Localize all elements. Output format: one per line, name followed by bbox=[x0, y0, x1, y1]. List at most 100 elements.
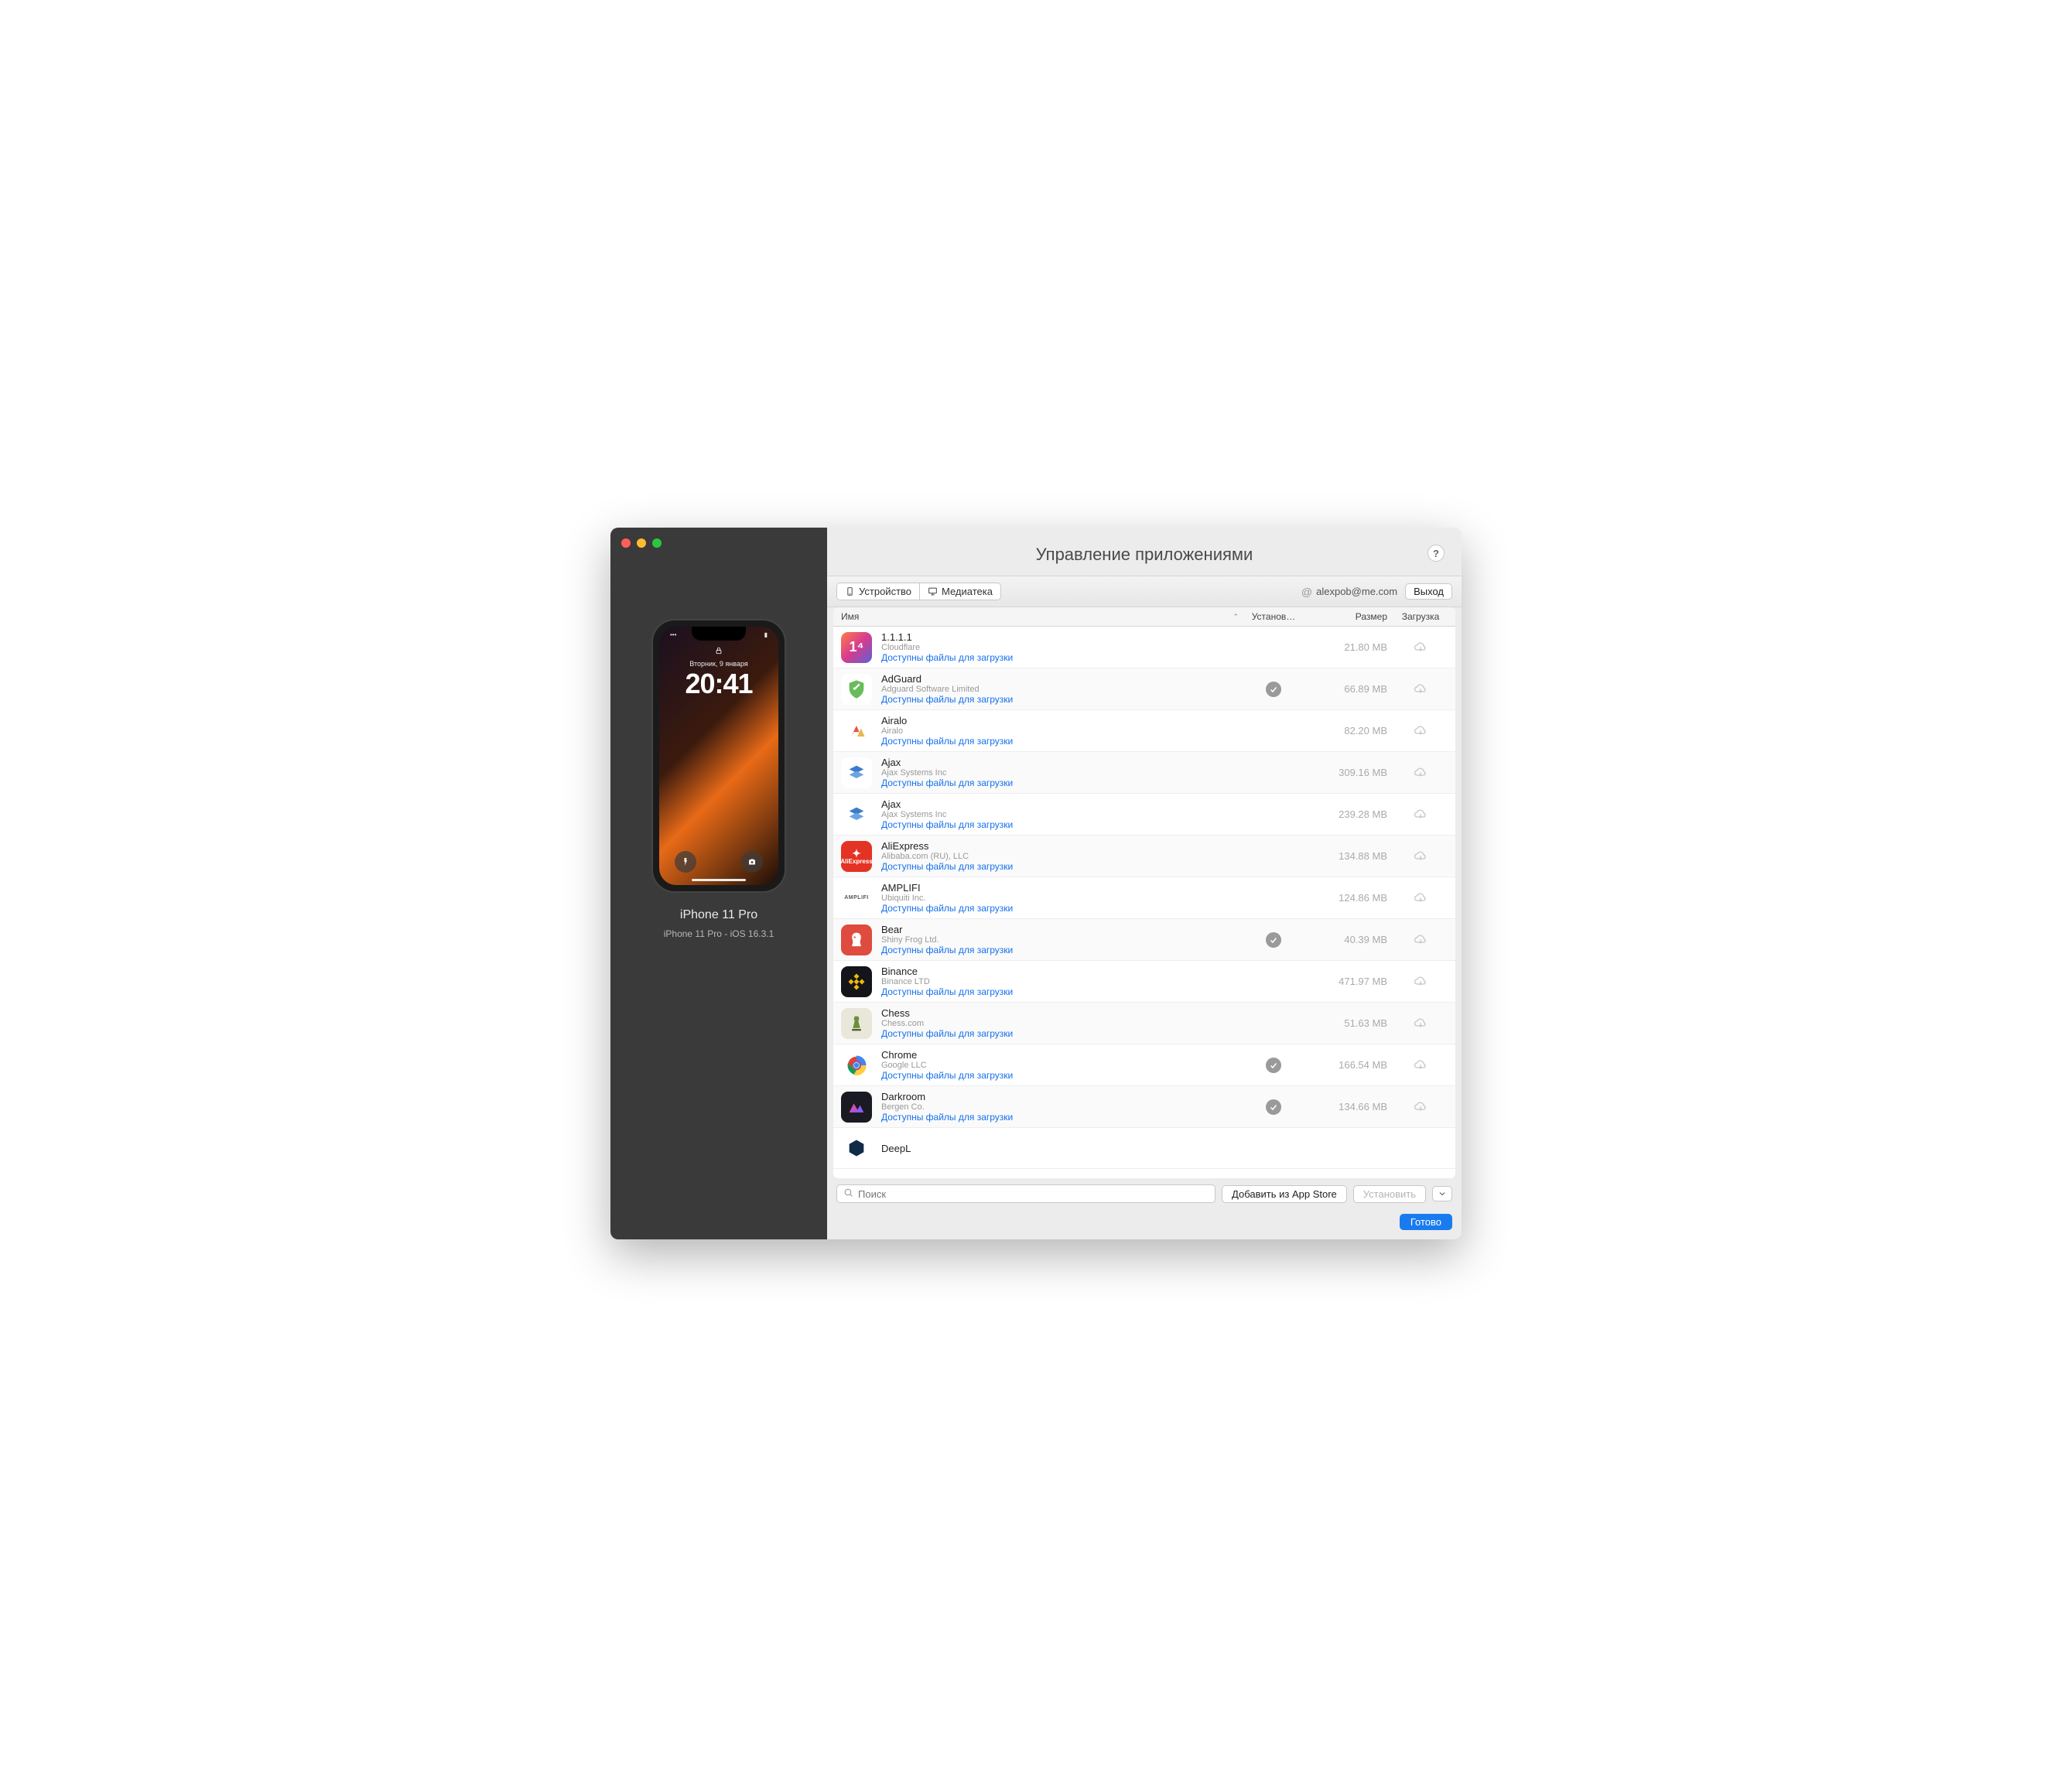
cloud-download-icon[interactable] bbox=[1412, 933, 1429, 947]
download-files-link[interactable]: Доступны файлы для загрузки bbox=[881, 903, 1239, 914]
tab-device[interactable]: Устройство bbox=[837, 583, 919, 600]
cloud-download-icon[interactable] bbox=[1412, 766, 1429, 780]
cloud-download-icon[interactable] bbox=[1412, 1058, 1429, 1072]
sort-ascending-icon: ⌃ bbox=[1233, 613, 1239, 621]
table-row[interactable]: ChessChess.comДоступны файлы для загрузк… bbox=[833, 1003, 1455, 1044]
cloud-download-icon[interactable] bbox=[1412, 808, 1429, 822]
cloud-download-icon[interactable] bbox=[1412, 724, 1429, 738]
table-row[interactable]: ✦AliExpressAliExpressAlibaba.com (RU), L… bbox=[833, 836, 1455, 877]
phone-icon bbox=[845, 586, 855, 596]
col-size-header[interactable]: Размер bbox=[1308, 611, 1393, 622]
source-segmented-control: Устройство Медиатека bbox=[836, 583, 1001, 600]
col-name-header[interactable]: Имя ⌃ bbox=[841, 611, 1239, 622]
table-row[interactable]: ChromeGoogle LLCДоступны файлы для загру… bbox=[833, 1044, 1455, 1086]
done-button[interactable]: Готово bbox=[1400, 1214, 1452, 1230]
app-developer: Adguard Software Limited bbox=[881, 685, 1239, 694]
installed-cell bbox=[1239, 1099, 1308, 1115]
home-indicator bbox=[692, 879, 746, 881]
installed-check-icon bbox=[1266, 682, 1281, 697]
cloud-download-icon[interactable] bbox=[1412, 1017, 1429, 1030]
close-button[interactable] bbox=[621, 538, 631, 548]
app-icon: ✦AliExpress bbox=[841, 841, 872, 872]
window-controls bbox=[621, 538, 662, 548]
app-icon bbox=[841, 1133, 872, 1164]
tab-device-label: Устройство bbox=[859, 586, 911, 597]
app-text: 1.1.1.1CloudflareДоступны файлы для загр… bbox=[881, 631, 1239, 663]
size-cell: 40.39 MB bbox=[1308, 934, 1393, 945]
cloud-download-icon[interactable] bbox=[1412, 849, 1429, 863]
download-files-link[interactable]: Доступны файлы для загрузки bbox=[881, 945, 1239, 955]
table-row[interactable]: AMPLIFIAMPLIFIUbiquiti Inc.Доступны файл… bbox=[833, 877, 1455, 919]
download-files-link[interactable]: Доступны файлы для загрузки bbox=[881, 1028, 1239, 1039]
minimize-button[interactable] bbox=[637, 538, 646, 548]
monitor-icon bbox=[928, 586, 938, 596]
download-files-link[interactable]: Доступны файлы для загрузки bbox=[881, 694, 1239, 705]
size-cell: 66.89 MB bbox=[1308, 683, 1393, 695]
table-row[interactable]: AiraloAiraloДоступны файлы для загрузки8… bbox=[833, 710, 1455, 752]
cloud-download-icon[interactable] bbox=[1412, 1100, 1429, 1114]
download-cell bbox=[1393, 975, 1448, 989]
account-email: @ alexpob@me.com bbox=[1301, 586, 1397, 598]
download-files-link[interactable]: Доступны файлы для загрузки bbox=[881, 986, 1239, 997]
maximize-button[interactable] bbox=[652, 538, 662, 548]
app-name: Binance bbox=[881, 966, 1239, 977]
search-field[interactable] bbox=[836, 1184, 1216, 1203]
cloud-download-icon[interactable] bbox=[1412, 682, 1429, 696]
table-row[interactable]: DarkroomBergen Co.Доступны файлы для заг… bbox=[833, 1086, 1455, 1128]
download-files-link[interactable]: Доступны файлы для загрузки bbox=[881, 1112, 1239, 1123]
cloud-download-icon[interactable] bbox=[1412, 891, 1429, 905]
installed-cell bbox=[1239, 1058, 1308, 1073]
app-name: DeepL bbox=[881, 1143, 1239, 1154]
col-installed-header[interactable]: Установ… bbox=[1239, 611, 1308, 622]
at-icon: @ bbox=[1301, 586, 1312, 598]
col-download-header[interactable]: Загрузка bbox=[1393, 611, 1448, 622]
phone-screen: ••• ▮ Вторник, 9 января 20:41 bbox=[659, 627, 778, 885]
signal-icon: ••• bbox=[670, 631, 676, 638]
table-header: Имя ⌃ Установ… Размер Загрузка bbox=[833, 607, 1455, 627]
app-developer: Alibaba.com (RU), LLC bbox=[881, 852, 1239, 861]
logout-button[interactable]: Выход bbox=[1405, 583, 1452, 600]
table-body[interactable]: 1.1.1.1CloudflareДоступны файлы для загр… bbox=[833, 627, 1455, 1178]
help-button[interactable]: ? bbox=[1427, 545, 1445, 562]
tab-library-label: Медиатека bbox=[942, 586, 993, 597]
table-row[interactable]: AjaxAjax Systems IncДоступны файлы для з… bbox=[833, 752, 1455, 794]
download-cell bbox=[1393, 891, 1448, 905]
app-developer: Shiny Frog Ltd. bbox=[881, 935, 1239, 945]
size-cell: 134.88 MB bbox=[1308, 850, 1393, 862]
download-cell bbox=[1393, 1017, 1448, 1030]
table-row[interactable]: AdGuardAdguard Software LimitedДоступны … bbox=[833, 668, 1455, 710]
size-cell: 21.80 MB bbox=[1308, 641, 1393, 653]
app-developer: Google LLC bbox=[881, 1061, 1239, 1070]
add-from-appstore-button[interactable]: Добавить из App Store bbox=[1222, 1185, 1347, 1203]
app-developer: Bergen Co. bbox=[881, 1102, 1239, 1112]
camera-icon bbox=[741, 851, 763, 873]
search-input[interactable] bbox=[858, 1188, 1209, 1200]
cloud-download-icon[interactable] bbox=[1412, 641, 1429, 655]
app-name: AdGuard bbox=[881, 673, 1239, 685]
table-row[interactable]: DeepL bbox=[833, 1128, 1455, 1169]
app-text: AdGuardAdguard Software LimitedДоступны … bbox=[881, 673, 1239, 705]
download-files-link[interactable]: Доступны файлы для загрузки bbox=[881, 819, 1239, 830]
download-cell bbox=[1393, 808, 1448, 822]
download-files-link[interactable]: Доступны файлы для загрузки bbox=[881, 1070, 1239, 1081]
size-cell: 239.28 MB bbox=[1308, 808, 1393, 820]
tab-library[interactable]: Медиатека bbox=[919, 583, 1000, 600]
download-files-link[interactable]: Доступны файлы для загрузки bbox=[881, 778, 1239, 788]
apps-table: Имя ⌃ Установ… Размер Загрузка 1.1.1.1Cl… bbox=[833, 607, 1455, 1178]
table-row[interactable]: BinanceBinance LTDДоступны файлы для заг… bbox=[833, 961, 1455, 1003]
table-row[interactable]: BearShiny Frog Ltd.Доступны файлы для за… bbox=[833, 919, 1455, 961]
install-options-button[interactable] bbox=[1432, 1186, 1452, 1201]
cloud-download-icon[interactable] bbox=[1412, 975, 1429, 989]
page-title: Управление приложениями bbox=[846, 545, 1443, 565]
app-text: ChromeGoogle LLCДоступны файлы для загру… bbox=[881, 1049, 1239, 1081]
download-files-link[interactable]: Доступны файлы для загрузки bbox=[881, 736, 1239, 747]
install-button[interactable]: Установить bbox=[1353, 1185, 1426, 1203]
table-row[interactable]: AjaxAjax Systems IncДоступны файлы для з… bbox=[833, 794, 1455, 836]
download-files-link[interactable]: Доступны файлы для загрузки bbox=[881, 861, 1239, 872]
size-cell: 309.16 MB bbox=[1308, 767, 1393, 778]
app-icon bbox=[841, 799, 872, 830]
download-files-link[interactable]: Доступны файлы для загрузки bbox=[881, 652, 1239, 663]
table-row[interactable]: 1.1.1.1CloudflareДоступны файлы для загр… bbox=[833, 627, 1455, 668]
app-text: AiraloAiraloДоступны файлы для загрузки bbox=[881, 715, 1239, 747]
app-icon bbox=[841, 716, 872, 747]
